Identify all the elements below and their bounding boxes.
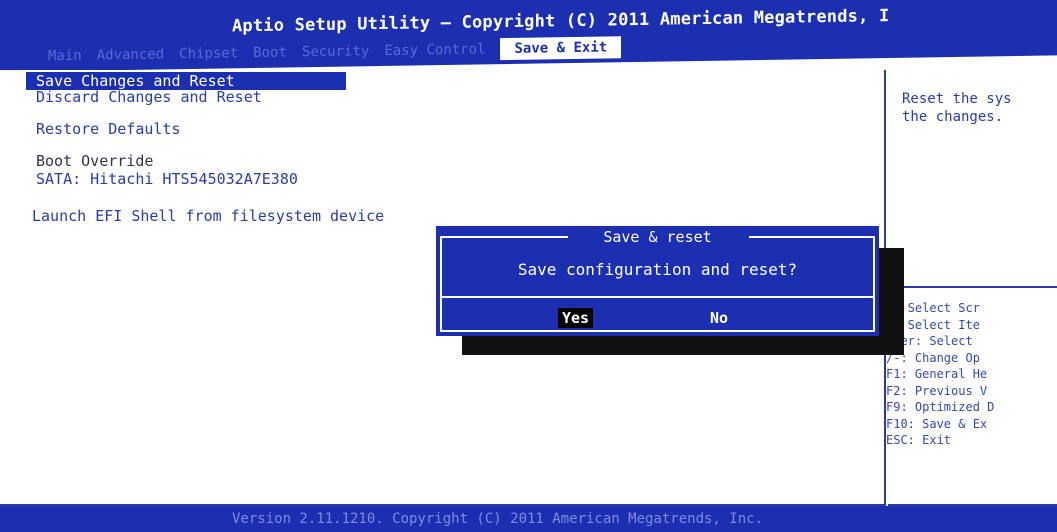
tab-save-and-exit[interactable]: Save & Exit [500, 36, 622, 61]
tab-bar: Main Advanced Chipset Boot Security Easy… [48, 36, 622, 68]
key-hint-esc-exit: ESC: Exit [886, 433, 952, 447]
tab-main[interactable]: Main [48, 45, 82, 68]
dialog-frame [440, 236, 875, 332]
dialog-message: Save configuration and reset? [517, 260, 798, 279]
help-description: Reset the sys the changes. [902, 91, 1012, 125]
menu-item-restore-defaults[interactable]: Restore Defaults [36, 120, 181, 138]
tab-security[interactable]: Security [302, 40, 369, 63]
key-hint-general-help: F1: General He [886, 367, 988, 381]
app-title: Aptio Setup Utility – Copyright (C) 2011… [232, 6, 890, 37]
tab-advanced[interactable]: Advanced [97, 43, 164, 66]
help-divider [888, 286, 1057, 288]
menu-item-discard-changes-and-reset[interactable]: Discard Changes and Reset [36, 88, 262, 106]
key-hint-optimized-defaults: F9: Optimized D [886, 400, 995, 414]
footer-bar: Version 2.11.1210. Copyright (C) 2011 Am… [0, 506, 1057, 532]
dialog-separator [440, 296, 875, 298]
no-button[interactable]: No [706, 308, 732, 328]
tab-easy-control[interactable]: Easy Control [384, 38, 485, 62]
key-hint-save-exit: F10: Save & Ex [886, 416, 988, 431]
save-reset-dialog: Save & reset Save configuration and rese… [436, 226, 879, 336]
tab-boot[interactable]: Boot [253, 41, 287, 64]
tab-chipset[interactable]: Chipset [179, 42, 238, 65]
dialog-title: Save & reset [603, 228, 712, 246]
version-text: Version 2.11.1210. Copyright (C) 2011 Am… [232, 511, 764, 527]
menu-item-sata-device[interactable]: SATA: Hitachi HTS545032A7E380 [36, 170, 298, 188]
bios-screen: Aptio Setup Utility – Copyright (C) 2011… [0, 0, 1057, 532]
help-panel: Reset the sys the changes. ←: Select Scr… [886, 70, 1057, 506]
boot-override-heading: Boot Override [36, 152, 154, 170]
menu-item-launch-efi-shell[interactable]: Launch EFI Shell from filesystem device [32, 207, 384, 225]
yes-button[interactable]: Yes [558, 308, 594, 328]
title-bar: Aptio Setup Utility – Copyright (C) 2011… [0, 0, 1057, 72]
key-hint-previous-values: F2: Previous V [886, 383, 988, 398]
